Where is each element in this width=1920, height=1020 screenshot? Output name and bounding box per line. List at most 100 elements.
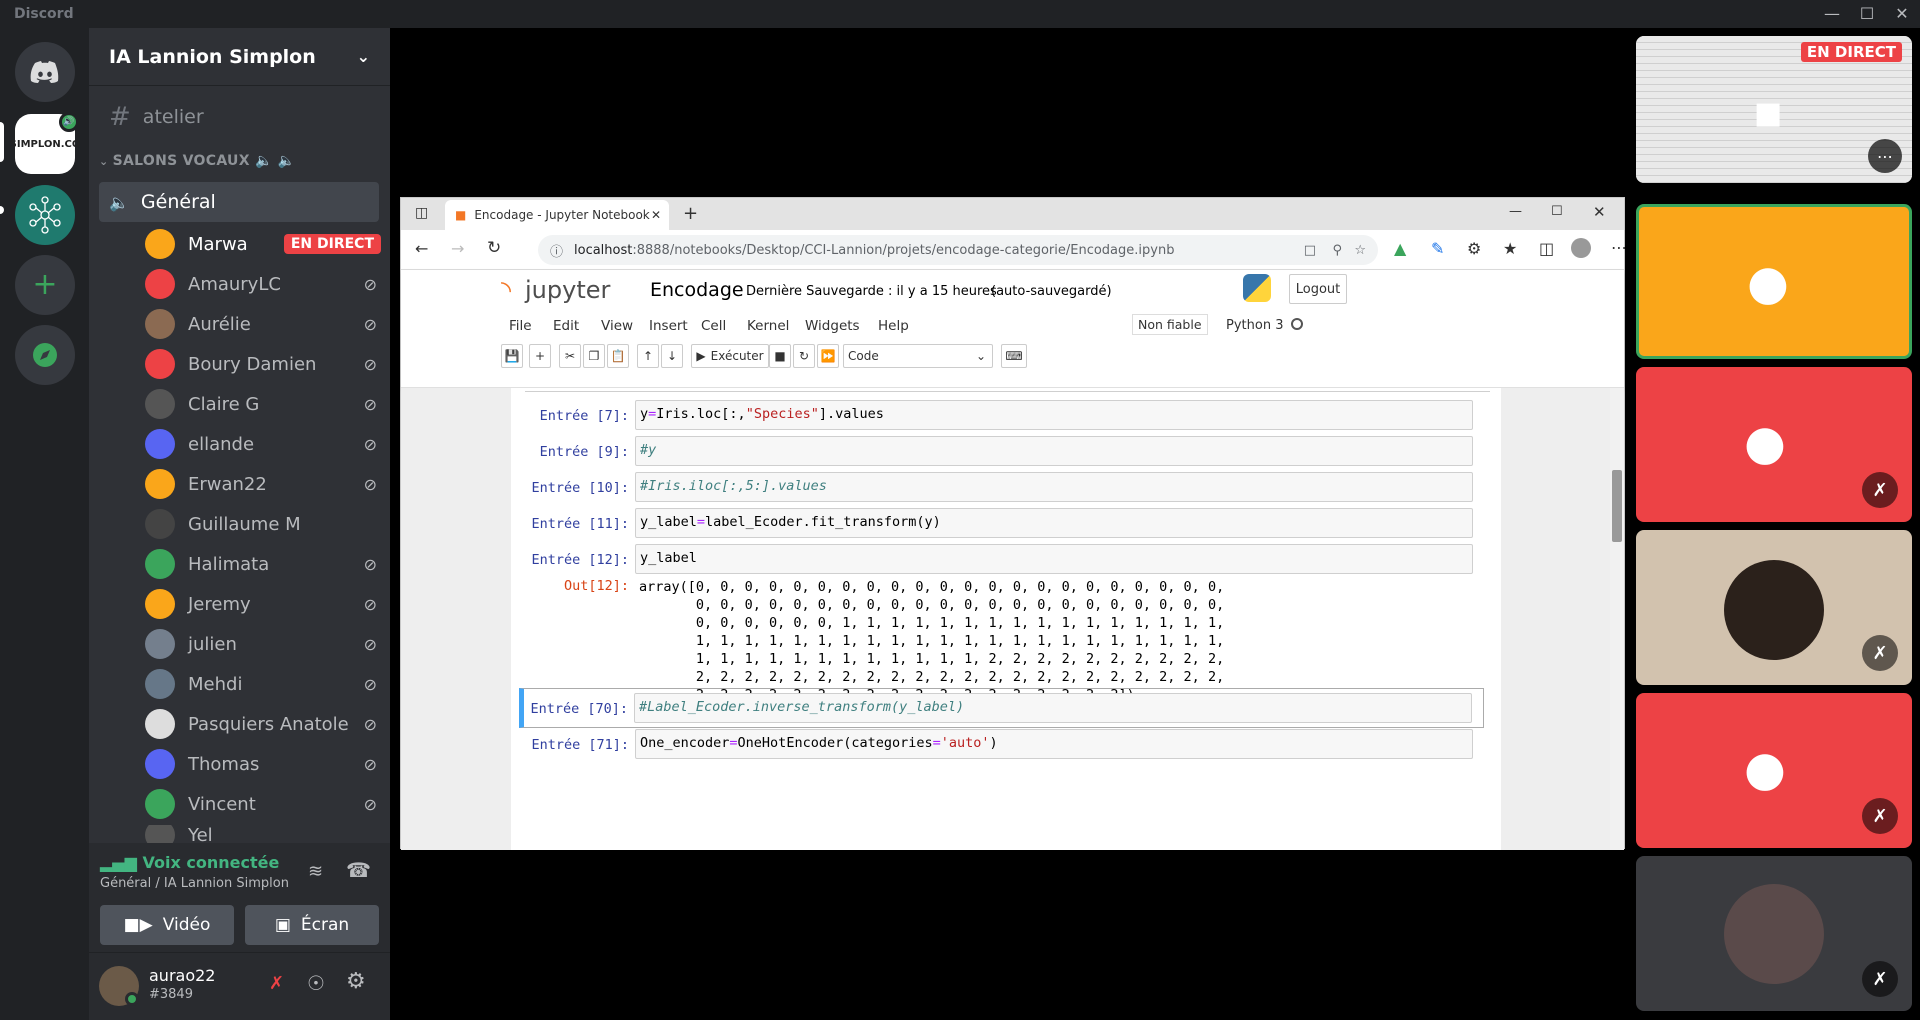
scrollbar[interactable] [1610, 388, 1624, 850]
back-icon[interactable]: ← [415, 239, 428, 258]
menu-insert[interactable]: Insert [649, 318, 688, 334]
voice-user[interactable]: AmauryLC ⊘ [145, 265, 385, 303]
menu-edit[interactable]: Edit [553, 318, 579, 334]
save-status: Dernière Sauvegarde : il y a 15 heures [746, 284, 997, 299]
voice-user[interactable]: julien ⊘ [145, 625, 385, 663]
more-icon[interactable]: ⋯ [1868, 139, 1902, 173]
cut-icon[interactable]: ✂ [559, 344, 581, 368]
close-icon[interactable]: ✕ [651, 208, 661, 222]
notebook-cell[interactable]: Entrée [70]: #Label_Ecoder.inverse_transf… [519, 688, 1484, 728]
logout-button[interactable]: Logout [1289, 274, 1347, 304]
close-icon[interactable]: ✕ [1887, 2, 1917, 26]
code-input[interactable]: y_label=label_Ecoder.fit_transform(y) [635, 508, 1473, 538]
maximize-icon[interactable]: ☐ [1852, 2, 1882, 26]
code-input[interactable]: y=Iris.loc[:,"Species"].values [635, 400, 1473, 430]
voice-user[interactable]: Vincent ⊘ [145, 785, 385, 823]
screen-share-button[interactable]: ▣ Écran [245, 905, 379, 945]
menu-kernel[interactable]: Kernel [747, 318, 789, 334]
run-button[interactable]: ▶ Exécuter [691, 344, 769, 368]
save-icon[interactable]: 💾 [501, 344, 523, 368]
voice-user[interactable]: ellande ⊘ [145, 425, 385, 463]
menu-cell[interactable]: Cell [701, 318, 726, 334]
participant-tile[interactable]: ● ✗ [1636, 693, 1912, 848]
voice-user[interactable]: Claire G ⊘ [145, 385, 385, 423]
simplon-server-icon[interactable]: SIMPLON.CO 🔊 [10, 112, 80, 174]
participant-tile[interactable]: ✗ [1636, 530, 1912, 685]
menu-view[interactable]: View [601, 318, 633, 334]
cell-type-select[interactable]: Code ⌄ [843, 344, 993, 368]
zoom-icon[interactable]: ⚲ [1332, 243, 1342, 258]
voice-user[interactable]: Erwan22 ⊘ [145, 465, 385, 503]
more-icon[interactable]: ⋯ [1611, 238, 1627, 257]
close-icon[interactable]: ✕ [1593, 203, 1606, 221]
voice-user[interactable]: Guillaume M [145, 505, 385, 543]
extension-icon[interactable]: ⚙ [1467, 239, 1481, 258]
participant-tile[interactable]: ✗ [1636, 856, 1912, 1011]
voice-location[interactable]: Général / IA Lannion Simplon [100, 876, 289, 891]
copy-icon[interactable]: ❐ [583, 344, 605, 368]
minimize-icon[interactable]: — [1509, 204, 1522, 219]
camera-icon: ■▶ [123, 915, 153, 935]
notebook-name[interactable]: Encodage [650, 279, 744, 301]
code-input[interactable]: y_label [635, 544, 1473, 574]
channel-atelier[interactable]: # atelier [109, 98, 204, 136]
mic-muted-icon[interactable]: ✗ [269, 973, 284, 994]
compass-icon[interactable] [15, 325, 75, 385]
network-server-icon[interactable] [15, 185, 75, 245]
keyboard-icon[interactable]: ⌨ [1001, 344, 1027, 368]
new-tab-icon[interactable]: + [683, 203, 698, 224]
code-input[interactable]: #y [635, 436, 1473, 466]
menu-help[interactable]: Help [878, 318, 909, 334]
stream-tile[interactable]: EN DIRECT ■ ⋯ [1636, 36, 1912, 183]
favorite-icon[interactable]: ☆ [1354, 243, 1366, 258]
menu-widgets[interactable]: Widgets [805, 318, 860, 334]
plus-icon[interactable]: + [15, 255, 75, 315]
voice-user[interactable]: Boury Damien ⊘ [145, 345, 385, 383]
minimize-icon[interactable]: — [1817, 2, 1847, 26]
browser-tab[interactable]: ■ Encodage - Jupyter Notebook ✕ [445, 200, 669, 230]
refresh-icon[interactable]: ↻ [487, 238, 501, 258]
add-cell-icon[interactable]: + [529, 344, 551, 368]
voice-user[interactable]: Mehdi ⊘ [145, 665, 385, 703]
headphones-icon[interactable]: ☉ [307, 971, 325, 995]
participant-tile[interactable]: ● [1636, 204, 1912, 359]
paste-icon[interactable]: 📋 [607, 344, 629, 368]
code-input[interactable]: One_encoder=OneHotEncoder(categories='au… [635, 729, 1473, 759]
profile-icon[interactable] [1571, 238, 1591, 258]
code-input[interactable]: #Iris.iloc[:,5:].values [635, 472, 1473, 502]
trust-button[interactable]: Non fiable [1132, 314, 1208, 335]
tab-actions-icon[interactable]: ◫ [415, 205, 428, 221]
voice-user[interactable]: Marwa EN DIRECT [145, 225, 385, 263]
forward-icon[interactable]: → [451, 239, 464, 258]
voice-user[interactable]: Yel [145, 825, 385, 845]
maximize-icon[interactable]: ☐ [1551, 204, 1563, 219]
voice-user[interactable]: Pasquiers Anatole ⊘ [145, 705, 385, 743]
voice-user[interactable]: Aurélie ⊘ [145, 305, 385, 343]
participant-tile[interactable]: ● ✗ [1636, 367, 1912, 522]
move-up-icon[interactable]: ↑ [637, 344, 659, 368]
disconnect-icon[interactable]: ☎ [346, 858, 371, 882]
fast-forward-icon[interactable]: ⏩ [817, 344, 839, 368]
voice-channel-general[interactable]: 🔈 Général [99, 182, 379, 222]
voice-user[interactable]: Thomas ⊘ [145, 745, 385, 783]
voice-user[interactable]: Halimata ⊘ [145, 545, 385, 583]
restart-icon[interactable]: ↻ [793, 344, 815, 368]
scrollbar-thumb[interactable] [1612, 470, 1622, 542]
extension-icon[interactable]: ▲ [1394, 239, 1406, 258]
favorites-bar-icon[interactable]: ★ [1503, 239, 1517, 258]
code-input[interactable]: #Label_Ecoder.inverse_transform(y_label) [634, 693, 1472, 723]
read-mode-icon[interactable]: □ [1304, 243, 1316, 258]
collections-icon[interactable]: ◫ [1539, 239, 1554, 258]
video-button[interactable]: ■▶ Vidéo [100, 905, 234, 945]
extension-icon[interactable]: ✎ [1431, 239, 1444, 258]
menu-file[interactable]: File [509, 318, 532, 334]
server-header[interactable]: IA Lannion Simplon ⌄ [89, 28, 390, 86]
gear-icon[interactable]: ⚙ [346, 969, 366, 994]
move-down-icon[interactable]: ↓ [661, 344, 683, 368]
url-field[interactable]: ⓘ localhost:8888/notebooks/Desktop/CCI-L… [538, 235, 1378, 265]
voice-category[interactable]: ⌄ SALONS VOCAUX 🔈 🔈 [99, 153, 296, 169]
voice-user[interactable]: Jeremy ⊘ [145, 585, 385, 623]
noise-suppression-icon[interactable]: ≋ [308, 861, 323, 882]
stop-icon[interactable]: ■ [769, 344, 791, 368]
discord-home-icon[interactable] [15, 42, 75, 102]
